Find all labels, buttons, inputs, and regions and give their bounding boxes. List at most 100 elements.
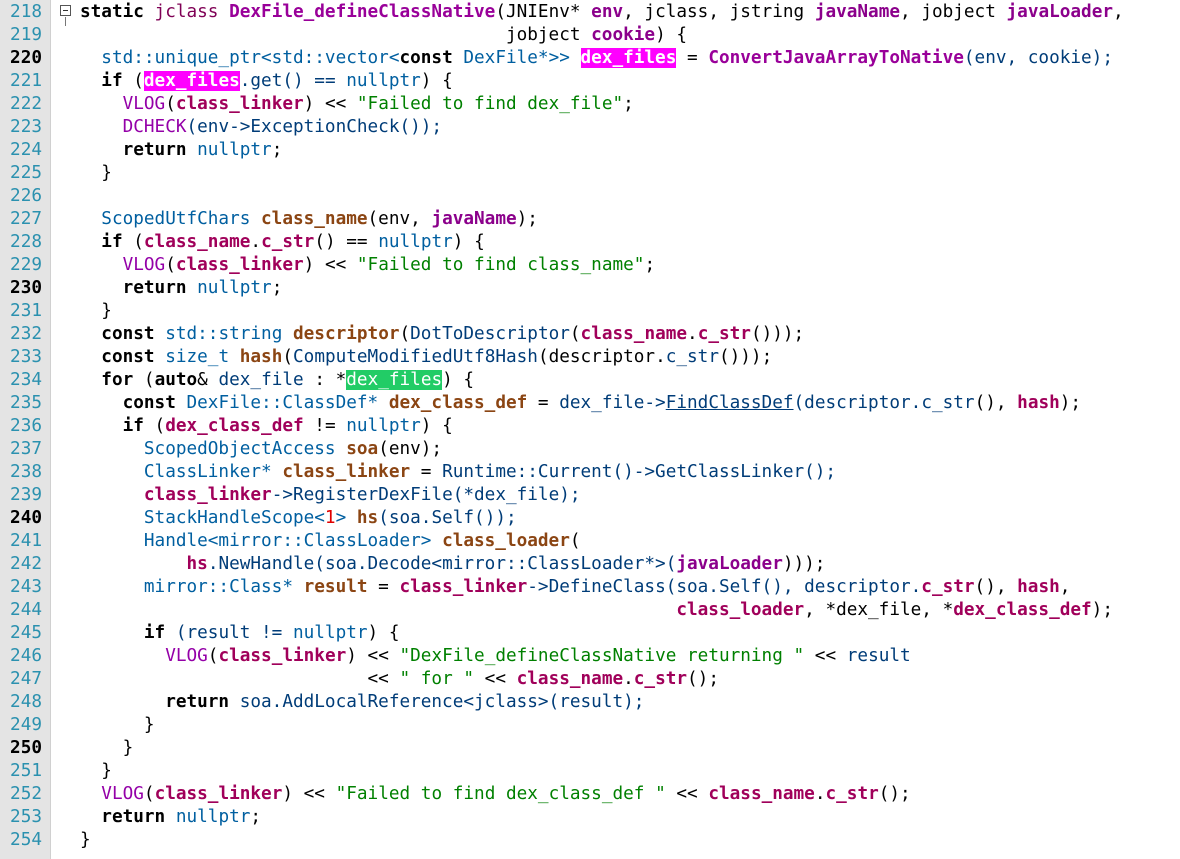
code-line[interactable]: 220 std::unique_ptr<std::vector<const De…: [0, 47, 1180, 70]
code-token: .NewHandle(soa.Decode<mirror::ClassLoade…: [207, 554, 677, 574]
code-line[interactable]: 236 if (dex_class_def != nullptr) {: [0, 415, 1180, 438]
code-text[interactable]: DCHECK(env->ExceptionCheck());: [80, 116, 442, 139]
line-number: 254: [10, 830, 42, 850]
code-text[interactable]: VLOG(class_linker) << "Failed to find de…: [80, 783, 910, 806]
code-line[interactable]: 222 VLOG(class_linker) << "Failed to fin…: [0, 93, 1180, 116]
line-number: 235: [10, 393, 42, 413]
code-line[interactable]: 239 class_linker->RegisterDexFile(*dex_f…: [0, 484, 1180, 507]
code-line[interactable]: 233 const size_t hash(ComputeModifiedUtf…: [0, 346, 1180, 369]
code-line[interactable]: 245 if (result != nullptr) {: [0, 622, 1180, 645]
code-text[interactable]: mirror::Class* result = class_linker->De…: [80, 576, 1071, 599]
code-text[interactable]: const size_t hash(ComputeModifiedUtf8Has…: [80, 346, 772, 369]
code-line[interactable]: 250 }: [0, 737, 1180, 760]
code-text[interactable]: ClassLinker* class_linker = Runtime::Cur…: [80, 461, 836, 484]
code-token: dex_class_def: [953, 600, 1092, 620]
code-token: c_str: [921, 393, 975, 413]
code-line[interactable]: 237 ScopedObjectAccess soa(env);: [0, 438, 1180, 461]
code-text[interactable]: class_loader, *dex_file, *dex_class_def)…: [80, 599, 1113, 622]
code-text[interactable]: std::unique_ptr<std::vector<const DexFil…: [80, 47, 1113, 70]
code-text[interactable]: ScopedObjectAccess soa(env);: [80, 438, 442, 461]
code-token: dex_file: [218, 370, 315, 390]
code-line[interactable]: 218 static jclass DexFile_defineClassNati…: [0, 1, 1180, 26]
code-text[interactable]: }: [80, 737, 134, 760]
code-line[interactable]: 243 mirror::Class* result = class_linker…: [0, 576, 1180, 599]
code-editor[interactable]: 218 static jclass DexFile_defineClassNati…: [0, 0, 1180, 859]
code-token: }: [80, 761, 112, 781]
code-line[interactable]: 234 for (auto& dex_file : *dex_files) {: [0, 369, 1180, 392]
code-token: const: [80, 324, 166, 344]
code-text[interactable]: if (dex_class_def != nullptr) {: [80, 415, 453, 438]
code-text[interactable]: ScopedUtfChars class_name(env, javaName)…: [80, 208, 538, 231]
code-line[interactable]: 219 jobject cookie) {: [0, 24, 1180, 47]
code-text[interactable]: if (class_name.c_str() == nullptr) {: [80, 231, 484, 254]
code-line[interactable]: 252 VLOG(class_linker) << "Failed to fin…: [0, 783, 1180, 806]
code-line[interactable]: 254}: [0, 829, 1180, 852]
code-text[interactable]: jobject cookie) {: [80, 24, 687, 47]
code-line[interactable]: 223 DCHECK(env->ExceptionCheck());: [0, 116, 1180, 139]
code-line[interactable]: 248 return soa.AddLocalReference<jclass>…: [0, 691, 1180, 714]
code-text[interactable]: }: [80, 714, 155, 737]
code-text[interactable]: }: [80, 162, 112, 185]
code-text[interactable]: return nullptr;: [80, 277, 283, 300]
code-text[interactable]: << " for " << class_name.c_str();: [80, 668, 719, 691]
line-number: 242: [10, 554, 42, 574]
line-number: 224: [10, 140, 42, 160]
code-text[interactable]: }: [80, 760, 112, 783]
line-number: 220: [10, 48, 42, 68]
code-text[interactable]: class_linker->RegisterDexFile(*dex_file)…: [80, 484, 581, 507]
line-number: 249: [10, 715, 42, 735]
code-text[interactable]: if (dex_files.get() == nullptr) {: [80, 70, 453, 93]
code-line[interactable]: 232 const std::string descriptor(DotToDe…: [0, 323, 1180, 346]
code-token: class_name: [708, 784, 815, 804]
code-line[interactable]: 240 StackHandleScope<1> hs(soa.Self());: [0, 507, 1180, 530]
code-token: nullptr: [197, 278, 272, 298]
code-text[interactable]: }: [80, 300, 112, 323]
code-token: nullptr: [175, 807, 251, 827]
line-number: 237: [10, 439, 42, 459]
fold-collapse-icon[interactable]: [60, 5, 71, 16]
code-line[interactable]: 227 ScopedUtfChars class_name(env, javaN…: [0, 208, 1180, 231]
code-line[interactable]: 253 return nullptr;: [0, 806, 1180, 829]
code-text[interactable]: return soa.AddLocalReference<jclass>(res…: [80, 691, 644, 714]
code-line[interactable]: 247 << " for " << class_name.c_str();: [0, 668, 1180, 691]
code-text[interactable]: if (result != nullptr) {: [80, 622, 400, 645]
code-line[interactable]: 228 if (class_name.c_str() == nullptr) {: [0, 231, 1180, 254]
code-line[interactable]: 230 return nullptr;: [0, 277, 1180, 300]
code-line[interactable]: 251 }: [0, 760, 1180, 783]
code-text[interactable]: static jclass DexFile_defineClassNative(…: [80, 1, 1124, 24]
code-line[interactable]: 224 return nullptr;: [0, 139, 1180, 162]
code-line[interactable]: 231 }: [0, 300, 1180, 323]
code-token: .: [250, 232, 262, 252]
code-token: );: [1091, 600, 1113, 620]
code-text[interactable]: hs.NewHandle(soa.Decode<mirror::ClassLoa…: [80, 553, 826, 576]
code-text[interactable]: Handle<mirror::ClassLoader> class_loader…: [80, 530, 581, 553]
code-line[interactable]: 242 hs.NewHandle(soa.Decode<mirror::Clas…: [0, 553, 1180, 576]
code-text[interactable]: const std::string descriptor(DotToDescri…: [80, 323, 804, 346]
code-line[interactable]: 229 VLOG(class_linker) << "Failed to fin…: [0, 254, 1180, 277]
code-text[interactable]: VLOG(class_linker) << "DexFile_defineCla…: [80, 645, 910, 668]
code-text[interactable]: return nullptr;: [80, 139, 283, 162]
code-line[interactable]: 225 }: [0, 162, 1180, 185]
code-line[interactable]: 226: [0, 185, 1180, 208]
code-text[interactable]: const DexFile::ClassDef* dex_class_def =…: [80, 392, 1082, 415]
code-token: return: [80, 807, 176, 827]
code-line[interactable]: 238 ClassLinker* class_linker = Runtime:…: [0, 461, 1180, 484]
code-token: auto: [154, 370, 198, 390]
code-token: (: [207, 646, 219, 666]
code-text[interactable]: VLOG(class_linker) << "Failed to find cl…: [80, 254, 656, 277]
code-line[interactable]: 241 Handle<mirror::ClassLoader> class_lo…: [0, 530, 1180, 553]
code-line[interactable]: 249 }: [0, 714, 1180, 737]
code-token: &: [197, 370, 219, 390]
code-line[interactable]: 244 class_loader, *dex_file, *dex_class_…: [0, 599, 1180, 622]
code-token: c_str: [697, 324, 751, 344]
code-text[interactable]: return nullptr;: [80, 806, 261, 829]
code-text[interactable]: for (auto& dex_file : *dex_files) {: [80, 369, 474, 392]
code-text[interactable]: StackHandleScope<1> hs(soa.Self());: [80, 507, 517, 530]
code-token: (: [143, 784, 155, 804]
code-token: ClassLinker*: [80, 462, 283, 482]
code-line[interactable]: 235 const DexFile::ClassDef* dex_class_d…: [0, 392, 1180, 415]
code-line[interactable]: 221 if (dex_files.get() == nullptr) {: [0, 70, 1180, 93]
code-text[interactable]: VLOG(class_linker) << "Failed to find de…: [80, 93, 634, 116]
code-text[interactable]: }: [80, 829, 91, 852]
code-line[interactable]: 246 VLOG(class_linker) << "DexFile_defin…: [0, 645, 1180, 668]
